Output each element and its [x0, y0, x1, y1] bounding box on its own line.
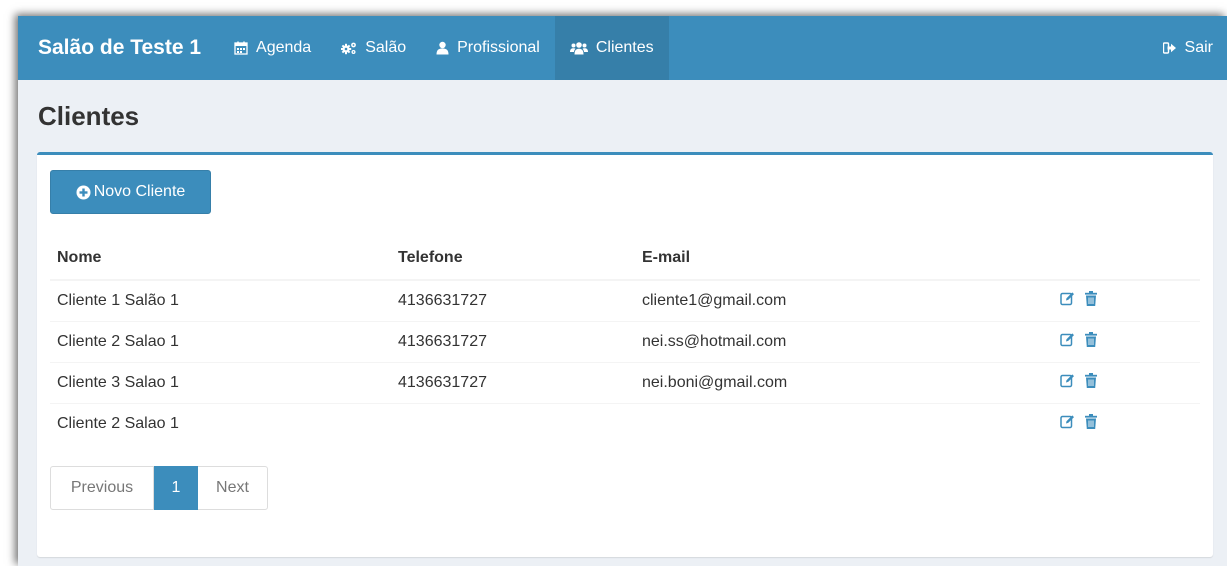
edit-icon[interactable] — [1060, 291, 1075, 311]
cell-email: nei.boni@gmail.com — [635, 361, 1053, 403]
trash-icon[interactable] — [1085, 413, 1097, 434]
cell-telefone — [391, 402, 635, 444]
new-client-label: Novo Cliente — [93, 183, 186, 200]
cell-actions — [1053, 402, 1200, 444]
table-row: Cliente 2 Salao 1 4136631727 nei.ss@hotm… — [50, 320, 1200, 362]
cell-nome: Cliente 1 Salão 1 — [50, 279, 391, 321]
header-email[interactable]: E-mail — [635, 236, 1053, 281]
plus-circle-icon — [76, 185, 91, 200]
users-icon — [569, 41, 588, 55]
nav-item-profissional[interactable]: Profissional — [421, 16, 555, 80]
user-icon — [436, 41, 449, 55]
nav-item-label: Salão — [365, 39, 407, 56]
logout-link[interactable]: Sair — [1148, 16, 1227, 80]
clients-table: Nome Telefone E-mail Cliente 1 Salão 1 4… — [50, 236, 1200, 444]
cell-email: cliente1@gmail.com — [635, 279, 1053, 321]
table-row: Cliente 1 Salão 1 4136631727 cliente1@gm… — [50, 279, 1200, 321]
app-window: Salão de Teste 1 Agenda Salão Profission… — [18, 16, 1227, 566]
sign-out-icon — [1162, 42, 1177, 54]
header-telefone[interactable]: Telefone — [391, 236, 635, 281]
nav-item-salao[interactable]: Salão — [326, 16, 421, 80]
cell-nome: Cliente 2 Salao 1 — [50, 402, 391, 444]
trash-icon[interactable] — [1085, 331, 1097, 352]
cell-telefone: 4136631727 — [391, 361, 635, 403]
cell-email — [635, 402, 1053, 444]
cell-actions — [1053, 361, 1200, 403]
table-header-row: Nome Telefone E-mail — [50, 236, 1200, 281]
cell-nome: Cliente 2 Salao 1 — [50, 320, 391, 362]
navbar-spacer — [669, 16, 1148, 80]
edit-icon[interactable] — [1060, 332, 1075, 352]
nav-item-label: Agenda — [256, 39, 312, 56]
cell-actions — [1053, 279, 1200, 321]
nav-item-label: Profissional — [457, 39, 540, 56]
header-nome[interactable]: Nome — [50, 236, 391, 281]
nav-item-label: Clientes — [595, 39, 654, 56]
calendar-icon — [234, 41, 248, 55]
cell-email: nei.ss@hotmail.com — [635, 320, 1053, 362]
edit-icon[interactable] — [1060, 414, 1075, 434]
header-actions — [1053, 236, 1200, 281]
next-page-button[interactable]: Next — [198, 466, 268, 510]
cell-actions — [1053, 320, 1200, 362]
trash-icon[interactable] — [1085, 372, 1097, 393]
new-client-button[interactable]: Novo Cliente — [50, 170, 211, 214]
nav-item-agenda[interactable]: Agenda — [219, 16, 326, 80]
edit-icon[interactable] — [1060, 373, 1075, 393]
previous-page-button[interactable]: Previous — [50, 466, 154, 510]
table-row: Cliente 2 Salao 1 — [50, 402, 1200, 444]
cell-telefone: 4136631727 — [391, 320, 635, 362]
trash-icon[interactable] — [1085, 290, 1097, 311]
page-title: Clientes — [38, 101, 140, 131]
clients-box: Novo Cliente Nome Telefone E-mail Client… — [37, 152, 1213, 557]
pagination: Previous 1 Next — [50, 466, 268, 510]
gears-icon — [341, 41, 357, 55]
cell-telefone: 4136631727 — [391, 279, 635, 321]
top-navbar: Salão de Teste 1 Agenda Salão Profission… — [18, 16, 1227, 80]
brand-title[interactable]: Salão de Teste 1 — [18, 16, 219, 80]
table-row: Cliente 3 Salao 1 4136631727 nei.boni@gm… — [50, 361, 1200, 403]
cell-nome: Cliente 3 Salao 1 — [50, 361, 391, 403]
page-1-button[interactable]: 1 — [154, 466, 198, 510]
nav-item-clientes[interactable]: Clientes — [554, 16, 669, 80]
logout-label: Sair — [1184, 39, 1213, 56]
